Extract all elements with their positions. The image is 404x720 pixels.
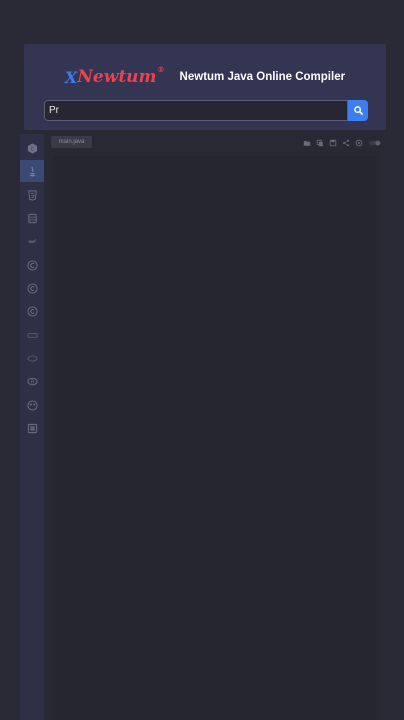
sidebar-item-java[interactable] — [20, 160, 44, 182]
r-lang-icon: R — [26, 377, 38, 385]
sidebar-item-js[interactable] — [20, 417, 44, 439]
csharp-icon — [26, 282, 38, 294]
go-icon — [26, 399, 38, 411]
dotnet-icon — [27, 332, 37, 338]
search-icon — [353, 106, 363, 115]
share-icon — [342, 139, 350, 147]
java-icon — [29, 166, 35, 176]
c-lang-icon — [26, 259, 38, 271]
sidebar-item-cpp[interactable]: C — [20, 137, 44, 159]
sidebar-item-dotnet[interactable] — [20, 324, 44, 346]
search-button[interactable] — [348, 100, 368, 121]
code-editor-panel: main.java — [48, 134, 382, 720]
svg-text:C: C — [30, 146, 33, 152]
cpp-alt-icon — [26, 305, 38, 317]
php-icon — [27, 355, 37, 361]
page-title: Newtum Java Online Compiler — [179, 71, 346, 83]
code-area[interactable] — [54, 156, 376, 720]
file-tab-main-java[interactable]: main.java — [51, 136, 92, 148]
folder-icon — [303, 141, 311, 146]
copy-button[interactable] — [316, 139, 324, 147]
editor-toolbar — [303, 138, 382, 148]
js-icon — [27, 423, 37, 433]
save-icon — [329, 139, 337, 147]
sidebar-item-cpp-alt[interactable] — [20, 300, 44, 322]
save-button[interactable] — [329, 139, 337, 147]
database-icon — [27, 213, 37, 223]
sidebar-item-html[interactable] — [20, 184, 44, 206]
share-button[interactable] — [342, 139, 350, 147]
sidebar-item-r[interactable]: R — [20, 370, 44, 392]
swift-icon — [27, 238, 36, 243]
cpp-icon: C — [27, 142, 37, 154]
language-sidebar: C R — [20, 134, 44, 720]
brand-row: X Newtum ® Newtum Java Online Compiler — [24, 64, 386, 88]
theme-toggle-icon — [369, 140, 381, 146]
logo-mark: X — [64, 67, 78, 87]
sidebar-item-sql[interactable] — [20, 207, 44, 229]
copy-icon — [316, 139, 323, 147]
settings-icon — [355, 139, 363, 147]
logo-registered: ® — [157, 64, 165, 74]
sidebar-item-php[interactable] — [20, 347, 44, 369]
svg-text:R: R — [30, 379, 34, 385]
sidebar-item-csharp[interactable] — [20, 277, 44, 299]
open-folder-button[interactable] — [303, 139, 311, 147]
sidebar-item-go[interactable] — [20, 394, 44, 416]
settings-button[interactable] — [355, 139, 363, 147]
sidebar-item-c[interactable] — [20, 254, 44, 276]
header-banner: X Newtum ® Newtum Java Online Compiler P… — [24, 44, 386, 130]
newtum-logo[interactable]: X Newtum ® — [64, 64, 165, 88]
theme-toggle[interactable] — [368, 139, 382, 147]
search-input[interactable]: Pr — [44, 100, 348, 121]
logo-text: Newtum — [77, 67, 157, 87]
html5-icon — [27, 189, 37, 201]
sidebar-item-swift[interactable] — [20, 230, 44, 252]
